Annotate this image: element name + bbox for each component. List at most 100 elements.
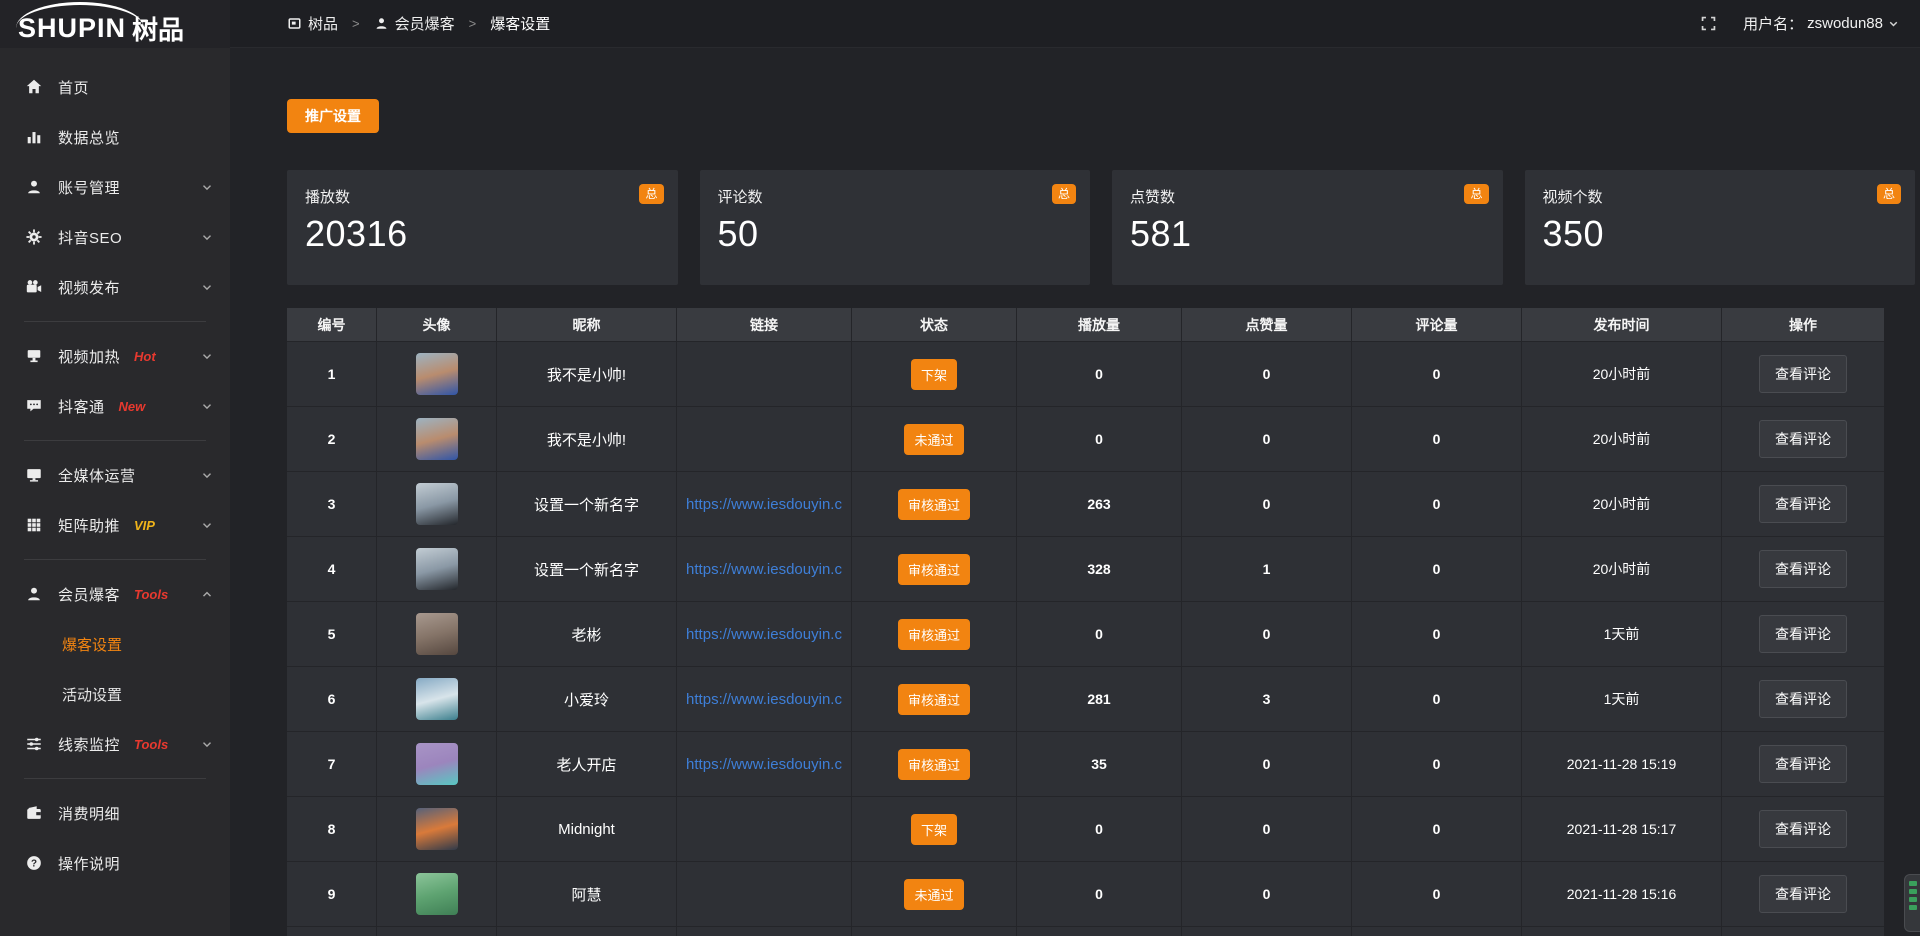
avatar — [416, 808, 458, 850]
sidebar-item-label: 抖客通 — [58, 396, 105, 417]
view-comments-button[interactable]: 查看评论 — [1759, 680, 1847, 718]
plays-count: 35 — [1017, 732, 1182, 797]
sidebar-item-douketong[interactable]: 抖客通 New — [0, 381, 230, 431]
row-number: 1 — [287, 342, 377, 407]
status-cell — [852, 927, 1017, 936]
tools-tag: Tools — [134, 587, 168, 602]
comments-count: 0 — [1352, 537, 1522, 602]
link-cell: https://www.iesdouyin.c — [677, 602, 852, 667]
action-cell: 查看评论 — [1722, 862, 1884, 927]
avatar-cell — [377, 797, 497, 862]
plays-count — [1017, 927, 1182, 936]
sidebar-subitem-activity-settings[interactable]: 活动设置 — [0, 669, 230, 719]
table-body: 1我不是小帅!下架00020小时前查看评论2我不是小帅!未通过00020小时前查… — [287, 342, 1884, 936]
stat-card-plays: 播放数 20316 总 — [287, 170, 678, 285]
sidebar-subitem-baoke-settings[interactable]: 爆客设置 — [0, 619, 230, 669]
status-cell: 未通过 — [852, 407, 1017, 472]
view-comments-button[interactable]: 查看评论 — [1759, 485, 1847, 523]
screen-heat-icon — [24, 346, 44, 366]
floating-widget[interactable] — [1904, 874, 1920, 932]
app-window: SHUPIN 树品 首页 数据总览 账号管理 — [0, 0, 1920, 936]
user-icon — [24, 177, 44, 197]
status-badge: 下架 — [911, 359, 957, 390]
view-comments-button[interactable]: 查看评论 — [1759, 355, 1847, 393]
widget-bar — [1909, 905, 1917, 910]
link-cell — [677, 407, 852, 472]
sidebar-item-douyin-seo[interactable]: 抖音SEO — [0, 212, 230, 262]
sidebar-item-label: 消费明细 — [58, 803, 120, 824]
likes-count: 0 — [1182, 797, 1352, 862]
total-badge: 总 — [1052, 184, 1076, 204]
sidebar-item-matrix-boost[interactable]: 矩阵助推 VIP — [0, 500, 230, 550]
video-link[interactable]: https://www.iesdouyin.c — [686, 561, 842, 578]
status-cell: 审核通过 — [852, 472, 1017, 537]
user-menu[interactable]: 用户名： zswodun88 — [1743, 13, 1900, 34]
sidebar-item-home[interactable]: 首页 — [0, 62, 230, 112]
row-number: 4 — [287, 537, 377, 602]
sidebar-item-instructions[interactable]: ? 操作说明 — [0, 838, 230, 888]
comments-count: 0 — [1352, 407, 1522, 472]
sidebar-item-label: 首页 — [58, 77, 89, 98]
view-comments-button[interactable]: 查看评论 — [1759, 810, 1847, 848]
publish-time: 1天前 — [1522, 602, 1722, 667]
sidebar-item-account-management[interactable]: 账号管理 — [0, 162, 230, 212]
status-cell: 审核通过 — [852, 602, 1017, 667]
action-cell: 查看评论 — [1722, 797, 1884, 862]
topbar-right: 用户名： zswodun88 — [1700, 13, 1900, 34]
avatar — [416, 548, 458, 590]
breadcrumb-item-member-baoke[interactable]: 会员爆客 — [374, 13, 455, 34]
video-link[interactable]: https://www.iesdouyin.c — [686, 626, 842, 643]
status-badge: 下架 — [911, 814, 957, 845]
plays-count: 0 — [1017, 602, 1182, 667]
breadcrumb-item-root[interactable]: 树品 — [287, 13, 338, 34]
sidebar-item-lead-monitoring[interactable]: 线索监控 Tools — [0, 719, 230, 769]
sidebar-divider — [24, 440, 206, 441]
promotion-settings-button[interactable]: 推广设置 — [287, 99, 379, 133]
stat-cards: 播放数 20316 总 评论数 50 总 点赞数 581 总 视频个数 350 — [287, 170, 1915, 285]
sidebar-item-data-overview[interactable]: 数据总览 — [0, 112, 230, 162]
action-cell: 查看评论 — [1722, 342, 1884, 407]
table-row: 1我不是小帅!下架00020小时前查看评论 — [287, 342, 1884, 407]
row-number: 8 — [287, 797, 377, 862]
sliders-icon — [24, 734, 44, 754]
logo: SHUPIN 树品 — [0, 0, 230, 48]
total-badge: 总 — [1464, 184, 1488, 204]
content: 推广设置 播放数 20316 总 评论数 50 总 点赞数 581 总 — [230, 48, 1920, 936]
publish-time: 2021-11-28 15:17 — [1522, 797, 1722, 862]
video-link[interactable]: https://www.iesdouyin.c — [686, 691, 842, 708]
video-link[interactable]: https://www.iesdouyin.c — [686, 756, 842, 773]
row-number: 9 — [287, 862, 377, 927]
sidebar-item-label: 操作说明 — [58, 853, 120, 874]
sidebar-item-video-publish[interactable]: 视频发布 — [0, 262, 230, 312]
view-comments-button[interactable]: 查看评论 — [1759, 615, 1847, 653]
stat-value: 350 — [1543, 213, 1898, 255]
monitor-icon — [24, 465, 44, 485]
breadcrumb-label: 爆客设置 — [490, 13, 550, 34]
video-link[interactable]: https://www.iesdouyin.c — [686, 496, 842, 513]
column-header: 发布时间 — [1522, 308, 1722, 342]
row-number: 6 — [287, 667, 377, 732]
table-row: 9阿慧未通过0002021-11-28 15:16查看评论 — [287, 862, 1884, 927]
sidebar-item-consumption-details[interactable]: 消费明细 — [0, 788, 230, 838]
view-comments-button[interactable]: 查看评论 — [1759, 550, 1847, 588]
avatar-cell — [377, 472, 497, 537]
fullscreen-icon[interactable] — [1700, 15, 1717, 32]
avatar — [416, 743, 458, 785]
view-comments-button[interactable]: 查看评论 — [1759, 420, 1847, 458]
sidebar-item-member-baoke[interactable]: 会员爆客 Tools — [0, 569, 230, 619]
table-row — [287, 927, 1884, 936]
username-prefix: 用户名： — [1743, 13, 1803, 34]
svg-text:?: ? — [31, 858, 37, 869]
sidebar-item-all-media[interactable]: 全媒体运营 — [0, 450, 230, 500]
sidebar-item-video-heating[interactable]: 视频加热 Hot — [0, 331, 230, 381]
view-comments-button[interactable]: 查看评论 — [1759, 875, 1847, 913]
likes-count: 0 — [1182, 732, 1352, 797]
user-icon — [374, 16, 389, 31]
table-row: 5老彬https://www.iesdouyin.c审核通过0001天前查看评论 — [287, 602, 1884, 667]
status-badge: 未通过 — [904, 879, 963, 910]
view-comments-button[interactable]: 查看评论 — [1759, 745, 1847, 783]
nickname: 我不是小帅! — [497, 342, 677, 407]
sidebar-item-label: 视频加热 — [58, 346, 120, 367]
column-header: 评论量 — [1352, 308, 1522, 342]
username: zswodun88 — [1807, 15, 1883, 32]
